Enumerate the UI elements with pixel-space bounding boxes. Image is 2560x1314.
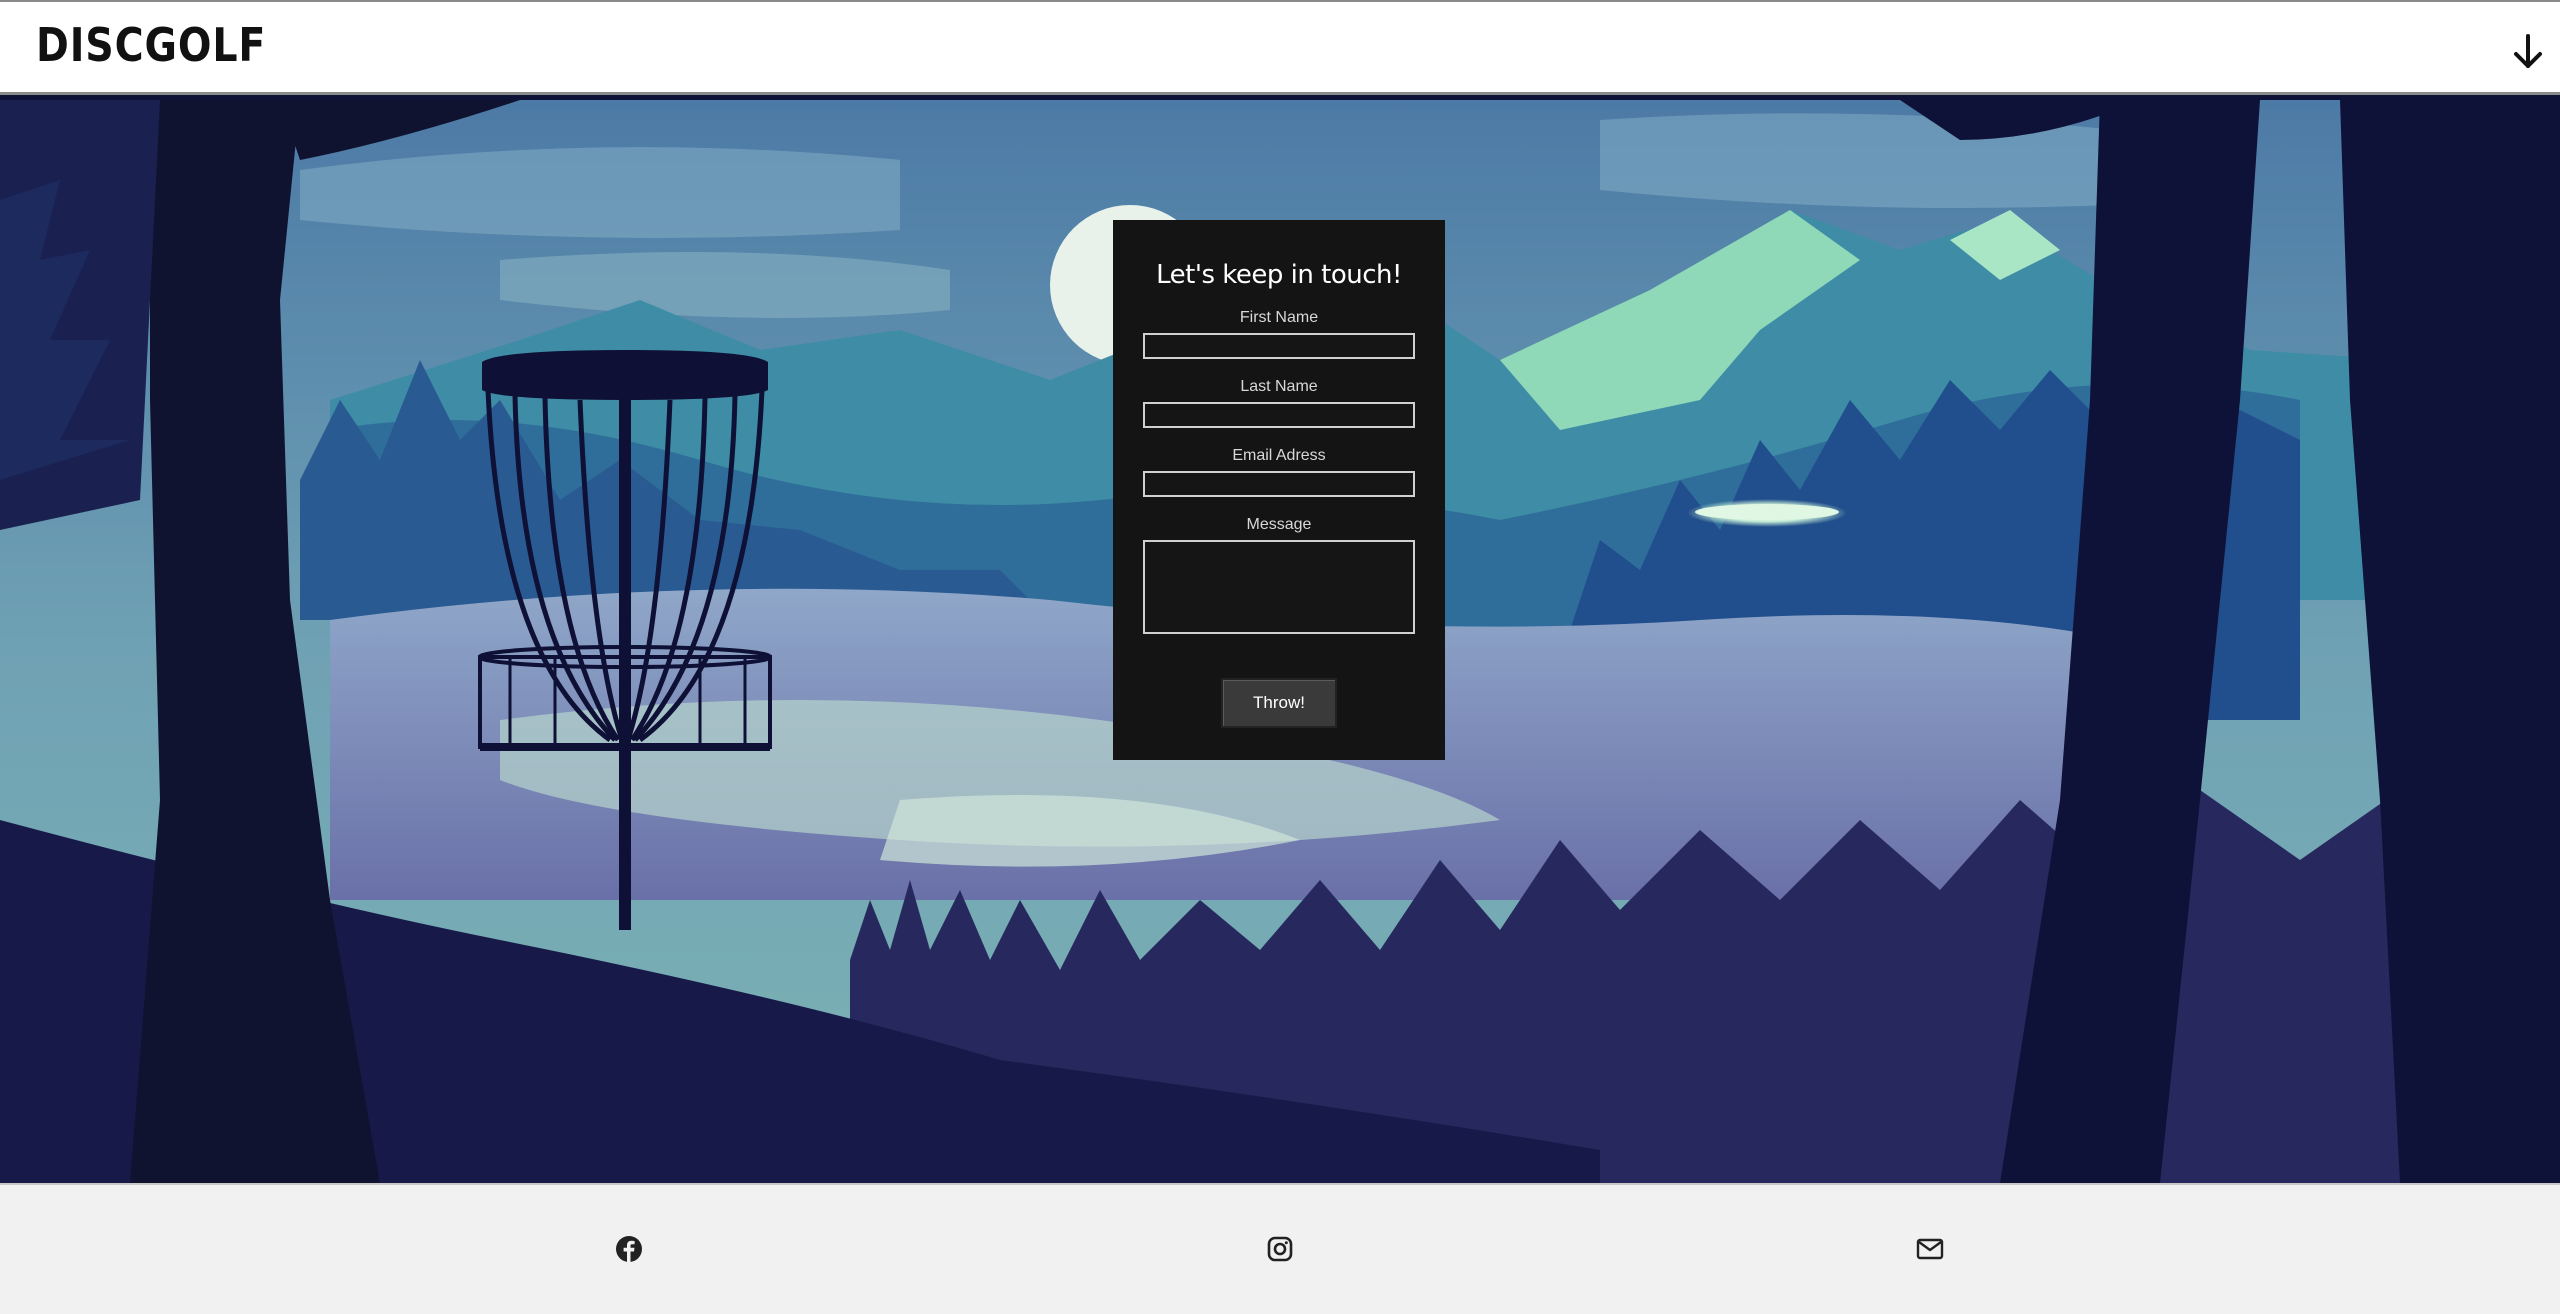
email-input[interactable] xyxy=(1143,471,1415,497)
message-label: Message xyxy=(1246,516,1312,533)
site-logo[interactable]: DISCGOLF xyxy=(36,18,266,72)
first-name-input[interactable] xyxy=(1143,333,1415,359)
contact-form: Let's keep in touch! First Name Last Nam… xyxy=(1113,220,1445,760)
instagram-icon[interactable] xyxy=(1264,1233,1296,1265)
site-footer xyxy=(0,1183,2560,1314)
last-name-input[interactable] xyxy=(1143,402,1415,428)
last-name-label: Last Name xyxy=(1240,378,1318,395)
message-textarea[interactable] xyxy=(1143,540,1415,634)
form-title: Let's keep in touch! xyxy=(1156,260,1402,290)
arrow-down-icon[interactable] xyxy=(2508,32,2548,72)
hero-background: Let's keep in touch! First Name Last Nam… xyxy=(0,100,2560,1183)
throw-submit-button[interactable]: Throw! xyxy=(1221,678,1337,728)
site-header: DISCGOLF xyxy=(0,0,2560,95)
facebook-icon[interactable] xyxy=(613,1233,645,1265)
first-name-label: First Name xyxy=(1239,309,1319,326)
mail-icon[interactable] xyxy=(1914,1233,1946,1265)
email-label: Email Adress xyxy=(1232,447,1326,464)
